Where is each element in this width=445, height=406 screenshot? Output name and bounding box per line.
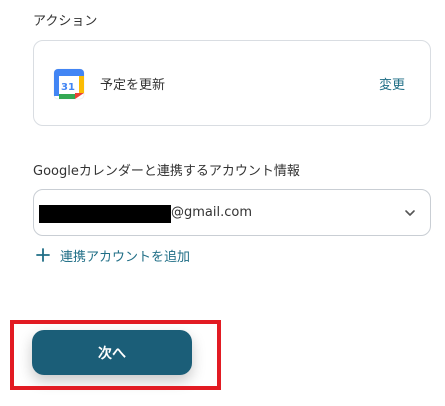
add-account-label: 連携アカウントを追加 <box>60 249 191 265</box>
action-card: 31 予定を更新 変更 <box>33 40 431 126</box>
next-button[interactable]: 次へ <box>32 330 192 375</box>
selected-account-domain: @gmail.com <box>171 205 253 220</box>
add-account-link[interactable]: 連携アカウントを追加 <box>36 245 190 265</box>
account-select[interactable]: @gmail.com <box>33 189 431 236</box>
action-name: 予定を更新 <box>100 78 166 93</box>
chevron-down-icon <box>405 210 415 216</box>
action-section-label: アクション <box>33 14 98 29</box>
google-calendar-icon: 31 <box>53 68 85 100</box>
change-action-link[interactable]: 変更 <box>379 74 405 93</box>
calendar-day-number: 31 <box>61 82 75 93</box>
account-section-label: Googleカレンダーと連携するアカウント情報 <box>33 164 300 179</box>
plus-icon <box>36 248 50 262</box>
redacted-email-block <box>39 205 171 223</box>
